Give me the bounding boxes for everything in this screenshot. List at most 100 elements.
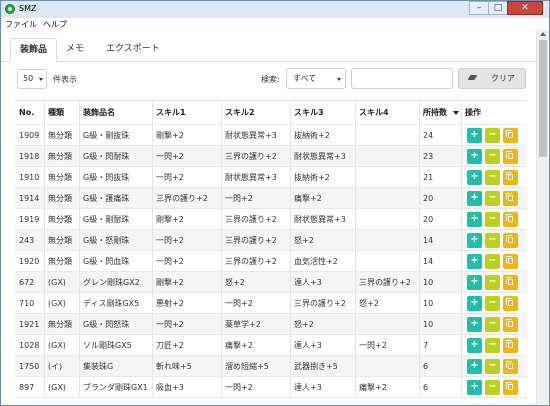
copy-button[interactable] <box>503 233 518 248</box>
add-button[interactable]: + <box>467 296 482 311</box>
close-button[interactable]: ✕ <box>507 1 543 15</box>
add-button[interactable]: + <box>467 191 482 206</box>
header-type[interactable]: 種類 <box>48 101 64 125</box>
header-name[interactable]: 装飾品名 <box>83 101 115 125</box>
per-page-select[interactable]: 50 <box>17 69 47 89</box>
subtract-button[interactable]: − <box>485 170 500 185</box>
search-input[interactable] <box>351 68 453 89</box>
table-row[interactable]: 1910 無分類 G級・閃抜珠 一閃+2 耐状態異常+3 抜納術+2 21 + − <box>15 167 527 188</box>
table-row[interactable]: 710 (GX) ディス剛珠GX5 悪射+2 一閃+2 三界の護り+2 怒+2 10 + − <box>15 293 527 314</box>
subtract-button[interactable]: − <box>485 149 500 164</box>
subtract-button[interactable]: − <box>485 233 500 248</box>
minus-icon: − <box>488 318 497 329</box>
cell-skill2: 薬草学+2 <box>225 320 261 329</box>
search-label: 検索: <box>261 75 280 84</box>
copy-button[interactable] <box>503 191 518 206</box>
cell-skill3: 怒+2 <box>294 236 314 245</box>
subtract-button[interactable]: − <box>485 275 500 290</box>
add-button[interactable]: + <box>467 338 482 353</box>
table-row[interactable]: 672 (GX) グレン剛珠GX2 剛撃+2 怒+2 達人+3 三界の護り+2 10 + − <box>15 272 527 293</box>
copy-icon <box>506 193 513 201</box>
header-no[interactable]: No. <box>19 101 34 125</box>
vertical-scrollbar[interactable] <box>536 30 548 404</box>
scroll-up-arrow-icon[interactable] <box>540 32 546 36</box>
minus-icon: − <box>488 192 497 203</box>
copy-icon <box>506 214 513 222</box>
plus-icon: + <box>470 360 479 371</box>
plus-icon: + <box>470 171 479 182</box>
cell-skill4: 痛撃+2 <box>359 383 387 392</box>
subtract-button[interactable]: − <box>485 128 500 143</box>
copy-button[interactable] <box>503 128 518 143</box>
tab-bar: 装飾品 メモ エクスポート <box>1 35 536 62</box>
header-count[interactable]: 所持数 <box>423 101 447 125</box>
copy-button[interactable] <box>503 317 518 332</box>
header-skill4[interactable]: スキル4 <box>359 101 389 125</box>
subtract-button[interactable]: − <box>485 317 500 332</box>
add-button[interactable]: + <box>467 149 482 164</box>
search-field-select[interactable]: すべて <box>286 68 346 89</box>
header-skill3[interactable]: スキル3 <box>294 101 324 125</box>
cell-count: 21 <box>423 173 434 182</box>
cell-name: ブランダ剛珠GX1 <box>83 383 148 392</box>
table-row[interactable]: 243 無分類 G級・怒剛珠 一閃+2 三界の護り+2 怒+2 14 + − <box>15 230 527 251</box>
copy-button[interactable] <box>503 254 518 269</box>
add-button[interactable]: + <box>467 128 482 143</box>
copy-icon <box>506 382 513 390</box>
add-button[interactable]: + <box>467 359 482 374</box>
cell-name: G級・剛抜珠 <box>83 131 130 140</box>
plus-icon: + <box>470 213 479 224</box>
table-row[interactable]: 1919 無分類 G級・剛耐珠 剛撃+2 三界の護り+2 耐状態異常+3 20 + − <box>15 209 527 230</box>
add-button[interactable]: + <box>467 317 482 332</box>
copy-button[interactable] <box>503 359 518 374</box>
add-button[interactable]: + <box>467 254 482 269</box>
plus-icon: + <box>470 297 479 308</box>
table-row[interactable]: 1920 無分類 G級・閃血珠 一閃+2 三界の護り+2 血気活性+2 14 + − <box>15 251 527 272</box>
subtract-button[interactable]: − <box>485 359 500 374</box>
table-row[interactable]: 1914 無分類 G級・護痛珠 三界の護り+2 一閃+2 痛撃+2 20 + − <box>15 188 527 209</box>
header-skill2[interactable]: スキル2 <box>225 101 255 125</box>
copy-icon <box>506 172 513 180</box>
cell-no: 1914 <box>19 194 40 203</box>
subtract-button[interactable]: − <box>485 212 500 227</box>
table-row[interactable]: 1921 無分類 G級・閃怒珠 一閃+2 薬草学+2 怒+2 10 + − <box>15 314 527 335</box>
table-row[interactable]: 1028 (GX) ソル剛珠GX5 刀匠+2 痛撃+2 達人+3 一閃+2 7 + − <box>15 335 527 356</box>
subtract-button[interactable]: − <box>485 296 500 311</box>
cell-skill2: 三界の護り+2 <box>225 215 277 224</box>
cell-name: G級・閃血珠 <box>83 257 130 266</box>
table-row[interactable]: 1918 無分類 G級・閃耐珠 一閃+2 三界の護り+2 耐状態異常+3 23 + − <box>15 146 527 167</box>
copy-button[interactable] <box>503 212 518 227</box>
clear-button[interactable]: クリア <box>458 68 526 89</box>
add-button[interactable]: + <box>467 233 482 248</box>
table-row[interactable]: 897 (GX) ブランダ剛珠GX1 吸血+3 一閃+2 達人+3 痛撃+2 6 + − <box>15 377 527 398</box>
subtract-button[interactable]: − <box>485 338 500 353</box>
subtract-button[interactable]: − <box>485 254 500 269</box>
subtract-button[interactable]: − <box>485 380 500 395</box>
add-button[interactable]: + <box>467 170 482 185</box>
copy-icon <box>506 235 513 243</box>
menu-help[interactable]: ヘルプ <box>40 18 70 30</box>
copy-button[interactable] <box>503 296 518 311</box>
scroll-thumb[interactable] <box>539 40 547 157</box>
maximize-button[interactable]: □ <box>488 1 508 15</box>
tab-export[interactable]: エクスポート <box>97 38 169 62</box>
copy-button[interactable] <box>503 338 518 353</box>
add-button[interactable]: + <box>467 275 482 290</box>
cell-skill3: 三界の護り+2 <box>294 299 346 308</box>
copy-button[interactable] <box>503 380 518 395</box>
copy-button[interactable] <box>503 170 518 185</box>
table-row[interactable]: 1750 (イ) 集装珠G 斬れ味+5 溜め短縮+5 武器捌き+5 6 + − <box>15 356 527 377</box>
copy-button[interactable] <box>503 275 518 290</box>
tab-decorations[interactable]: 装飾品 <box>10 38 58 62</box>
menu-file[interactable]: ファイル <box>2 18 40 30</box>
copy-button[interactable] <box>503 149 518 164</box>
title-bar[interactable]: SMZ – □ ✕ <box>1 1 549 18</box>
tab-memo[interactable]: メモ <box>57 38 93 62</box>
add-button[interactable]: + <box>467 212 482 227</box>
table-row[interactable]: 1909 無分類 G級・剛抜珠 剛撃+2 耐状態異常+3 抜納術+2 24 + − <box>15 125 527 146</box>
header-skill1[interactable]: スキル1 <box>156 101 186 125</box>
column-divider <box>290 101 291 398</box>
subtract-button[interactable]: − <box>485 191 500 206</box>
minimize-button[interactable]: – <box>469 1 489 15</box>
add-button[interactable]: + <box>467 380 482 395</box>
